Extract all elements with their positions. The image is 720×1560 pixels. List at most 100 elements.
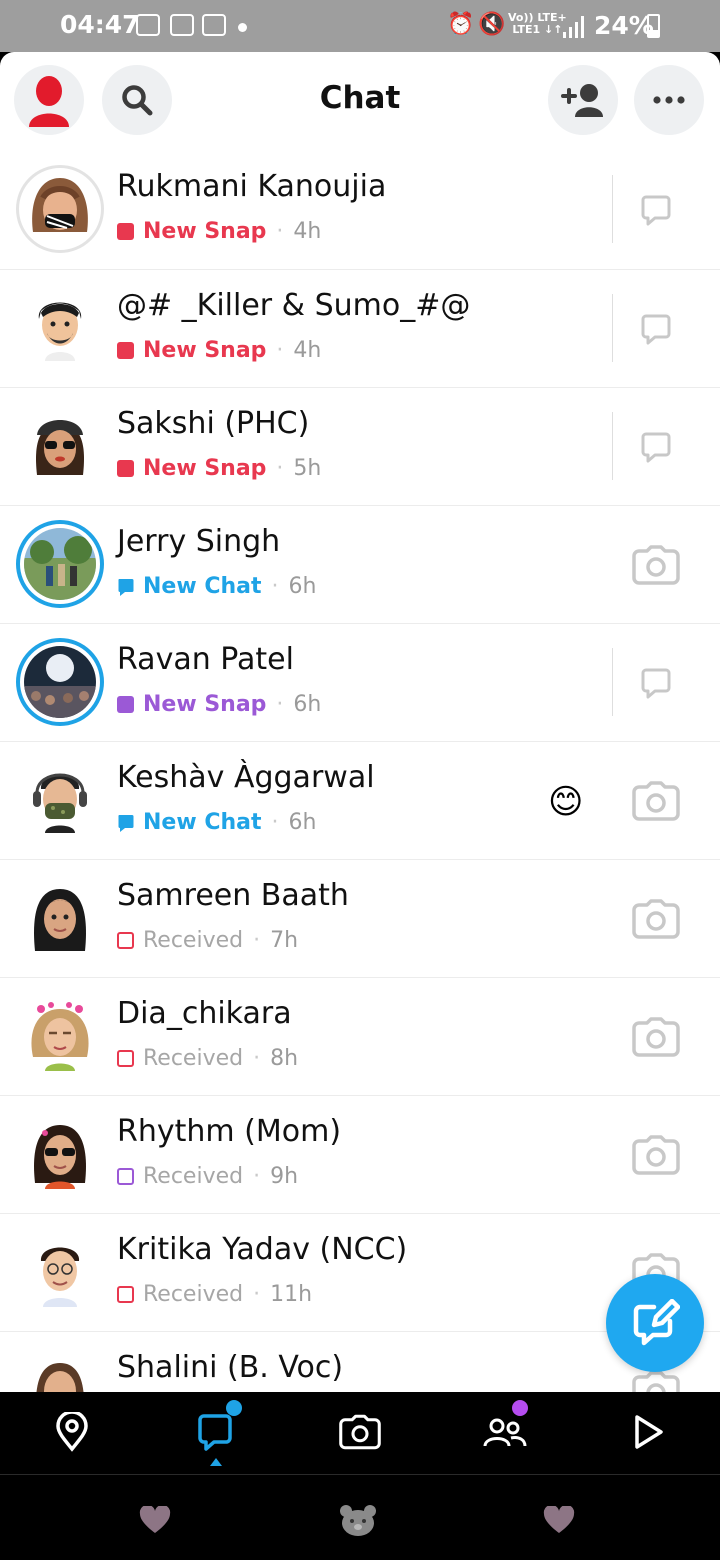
system-recents-button[interactable]	[542, 1505, 576, 1535]
story-avatar[interactable]	[16, 520, 104, 608]
status-label: Received	[143, 928, 244, 953]
chat-name: @# _Killer & Sumo_#@	[117, 288, 471, 323]
received-status-icon	[117, 1286, 134, 1303]
chat-status-icon	[118, 814, 134, 832]
bitmoji-face-icon	[34, 1125, 86, 1189]
new-chat-button[interactable]	[606, 1274, 704, 1372]
heart-icon	[139, 1506, 171, 1533]
camera-icon	[632, 545, 680, 585]
add-friend-button[interactable]	[548, 65, 618, 135]
chat-list: Rukmani Kanoujia New Snap · 4h @# _Kille…	[0, 151, 720, 1392]
bitmoji-face-icon	[38, 302, 82, 361]
status-time: 4h	[293, 219, 322, 244]
battery-percent: 24%	[594, 11, 654, 40]
received-status-icon	[117, 1050, 134, 1067]
camera-reply-button[interactable]	[626, 892, 686, 946]
story-avatar[interactable]	[16, 638, 104, 726]
friends-tab[interactable]	[472, 1400, 536, 1464]
chat-bubble-icon	[641, 668, 671, 699]
chat-row[interactable]: Samreen Baath Received · 7h	[0, 859, 720, 977]
more-button[interactable]	[634, 65, 704, 135]
chat-row[interactable]: Rhythm (Mom) Received · 9h	[0, 1095, 720, 1213]
camera-icon	[632, 899, 680, 939]
bitmoji-face-icon	[36, 1363, 84, 1392]
network-type: Vo)) LTE+ LTE1 ↓↑	[508, 11, 567, 36]
chat-row[interactable]: Rukmani Kanoujia New Snap · 4h	[0, 151, 720, 269]
gallery-notification-icon	[202, 14, 226, 36]
received-status-icon	[117, 932, 134, 949]
chat-row[interactable]: Sakshi (PHC) New Snap · 5h	[0, 387, 720, 505]
chat-name: Sakshi (PHC)	[117, 406, 310, 441]
camera-icon	[632, 1017, 680, 1057]
chat-name: Keshàv Àggarwal	[117, 760, 375, 795]
status-time: 8h	[270, 1046, 299, 1071]
chat-status: Received · 7h	[117, 928, 298, 953]
map-tab[interactable]	[40, 1400, 104, 1464]
friends-notification-badge	[512, 1400, 528, 1416]
chat-status: Received · 11h	[117, 1282, 312, 1307]
camera-reply-button[interactable]	[626, 538, 686, 592]
camera-reply-button[interactable]	[626, 1010, 686, 1064]
chat-tab[interactable]	[184, 1400, 248, 1466]
chat-bubble-icon	[641, 195, 671, 226]
system-back-button[interactable]	[138, 1505, 172, 1535]
status-time: 4h	[293, 338, 322, 363]
battery-icon	[647, 14, 660, 38]
bitmoji-face-icon	[32, 178, 88, 232]
bitmoji-avatar[interactable]	[16, 165, 104, 253]
bitmoji-avatar[interactable]	[16, 1228, 104, 1316]
chat-row[interactable]: Dia_chikara Received · 8h	[0, 977, 720, 1095]
chat-icon	[198, 1414, 232, 1451]
linkedin-notification-icon	[136, 14, 160, 36]
chat-name: Rhythm (Mom)	[117, 1114, 342, 1149]
chat-reply-button[interactable]	[626, 183, 686, 237]
chat-row[interactable]: @# _Killer & Sumo_#@ New Snap · 4h	[0, 269, 720, 387]
camera-reply-button[interactable]	[626, 774, 686, 828]
bitmoji-avatar[interactable]	[16, 402, 104, 490]
chat-status: New Snap · 6h	[117, 692, 321, 717]
chat-name: Jerry Singh	[117, 524, 281, 559]
bitmoji-avatar[interactable]	[16, 992, 104, 1080]
camera-icon	[632, 781, 680, 821]
chat-bubble-icon	[641, 432, 671, 463]
status-label: New Snap	[143, 456, 267, 481]
chat-name: Rukmani Kanoujia	[117, 169, 387, 204]
status-time: 7h	[270, 928, 299, 953]
status-label: Received	[143, 1164, 244, 1189]
compose-icon	[633, 1299, 680, 1346]
system-home-button[interactable]	[338, 1505, 378, 1536]
chat-name: Samreen Baath	[117, 878, 349, 913]
spotlight-tab[interactable]	[616, 1400, 680, 1464]
bitmoji-avatar[interactable]	[16, 1110, 104, 1198]
bitmoji-avatar[interactable]	[16, 756, 104, 844]
chat-status: Received · 8h	[117, 1046, 298, 1071]
chat-status: New Snap · 4h	[117, 338, 321, 363]
camera-icon	[339, 1414, 381, 1450]
camera-reply-button[interactable]	[626, 1128, 686, 1182]
alarm-icon: ⏰	[447, 12, 475, 37]
bitmoji-avatar[interactable]	[16, 1346, 104, 1392]
bitmoji-face-icon	[35, 420, 85, 475]
camera-tab[interactable]	[328, 1400, 392, 1464]
heart-icon	[543, 1506, 575, 1533]
status-label: Received	[143, 1046, 244, 1071]
chat-reply-button[interactable]	[626, 302, 686, 356]
status-label: New Snap	[143, 219, 267, 244]
chat-notification-badge	[226, 1400, 242, 1416]
chat-status: New Chat · 6h	[117, 574, 316, 599]
friends-icon	[483, 1418, 527, 1447]
status-label: New Snap	[143, 338, 267, 363]
snap-status-icon	[117, 460, 134, 477]
status-bar: 04:47 ⏰ 🔇 Vo)) LTE+ LTE1 ↓↑ 24%	[0, 0, 720, 52]
chat-reply-button[interactable]	[626, 656, 686, 710]
chat-reply-button[interactable]	[626, 420, 686, 474]
more-notifications-dot	[238, 23, 247, 32]
bitmoji-avatar[interactable]	[16, 284, 104, 372]
camera-icon	[632, 1135, 680, 1175]
chat-row[interactable]: Ravan Patel New Snap · 6h	[0, 623, 720, 741]
chat-status-icon	[118, 578, 134, 596]
chat-row[interactable]: Jerry Singh New Chat · 6h	[0, 505, 720, 623]
bitmoji-avatar[interactable]	[16, 874, 104, 962]
chat-row[interactable]: Keshàv Àggarwal New Chat · 6h 😊	[0, 741, 720, 859]
signal-icon	[563, 16, 587, 38]
